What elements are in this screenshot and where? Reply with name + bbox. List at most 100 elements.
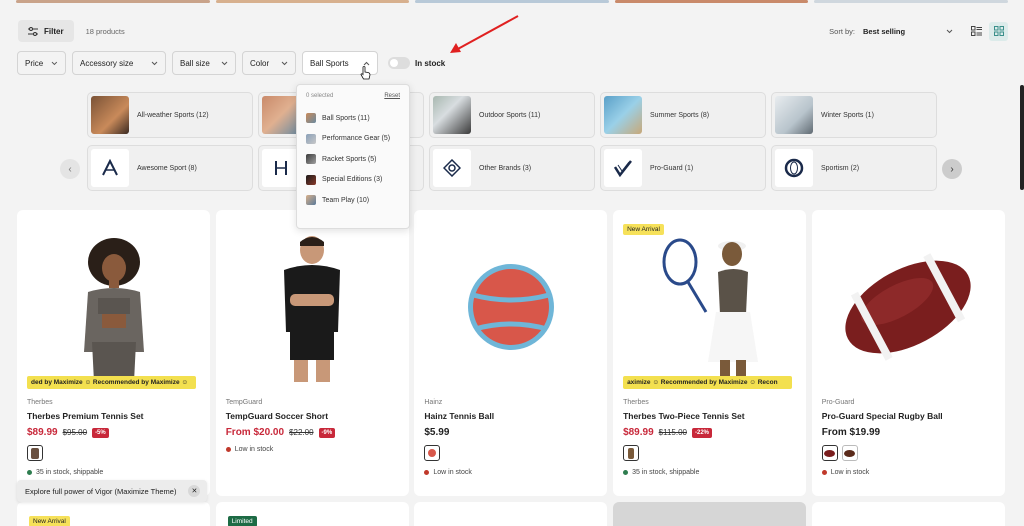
- category-carousel: All-weather Sports (12) Outdoor Sports (…: [87, 92, 937, 191]
- variant-swatch[interactable]: [623, 445, 640, 461]
- product-price: $89.99: [623, 427, 654, 438]
- reset-link[interactable]: Reset: [384, 93, 400, 99]
- recommended-strip: aximize ☺ Recommended by Maximize ☺ Reco…: [623, 376, 793, 389]
- carousel-prev-button[interactable]: ‹: [60, 159, 80, 179]
- stock-status: Low in stock: [821, 469, 995, 476]
- brand-other-brands[interactable]: Other Brands (3): [429, 145, 595, 191]
- carousel-next-button[interactable]: ›: [942, 159, 962, 179]
- variant-swatch[interactable]: [27, 445, 43, 461]
- category-summer[interactable]: Summer Sports (8): [600, 92, 766, 138]
- product-image: [17, 224, 210, 390]
- dropdown-option[interactable]: Special Editions (3): [306, 170, 400, 191]
- product-card[interactable]: [811, 502, 1005, 526]
- product-count: 18 products: [85, 26, 125, 36]
- product-card[interactable]: Pro-Guard Pro-Guard Special Rugby Ball F…: [811, 210, 1005, 496]
- close-icon[interactable]: ✕: [188, 485, 201, 497]
- awesome-sport-logo-icon: [102, 159, 118, 176]
- product-card[interactable]: TempGuard TempGuard Soccer Short From $2…: [215, 210, 409, 496]
- product-info: Therbes Therbes Premium Tennis Set $89.9…: [27, 399, 200, 476]
- product-price: $5.99: [424, 427, 450, 438]
- dropdown-option[interactable]: Ball Sports (11): [306, 108, 400, 129]
- product-card[interactable]: [414, 502, 608, 526]
- brand-sportism[interactable]: Sportism (2): [771, 145, 937, 191]
- stock-text: 35 in stock, shippable: [632, 469, 700, 476]
- option-label: Team Play (10): [322, 196, 370, 204]
- hand-cursor-icon: [360, 66, 371, 80]
- option-thumb: [306, 154, 316, 165]
- product-name[interactable]: TempGuard Soccer Short: [226, 411, 399, 421]
- variant-swatch[interactable]: [841, 445, 858, 461]
- dropdown-option[interactable]: Team Play (10): [306, 190, 400, 211]
- category-winter[interactable]: Winter Sports (1): [771, 92, 937, 138]
- variant-swatch[interactable]: [821, 445, 838, 461]
- annotation-arrow-icon: [450, 15, 519, 53]
- brand-label: Other Brands (3): [479, 164, 532, 172]
- grid-view-button[interactable]: [989, 21, 1008, 41]
- toast-text[interactable]: Explore full power of Vigor (Maximize Th…: [25, 487, 176, 496]
- product-name[interactable]: Hainz Tennis Ball: [424, 411, 597, 421]
- product-name[interactable]: Therbes Premium Tennis Set: [27, 411, 200, 421]
- product-card[interactable]: Hainz Hainz Tennis Ball $5.99 Low in sto…: [414, 210, 608, 496]
- color-filter[interactable]: Color: [242, 51, 296, 75]
- product-card[interactable]: [613, 502, 807, 526]
- brand-label: Awesome Sport (8): [137, 164, 197, 172]
- filter-button[interactable]: Filter: [18, 20, 74, 42]
- filter-bar: Price Accessory size Ball size Color Bal…: [17, 51, 445, 75]
- stock-status: 35 in stock, shippable: [27, 469, 200, 476]
- low-stock-dot-icon: [821, 470, 827, 475]
- stock-text: Low in stock: [433, 469, 472, 476]
- other-brands-logo: [433, 149, 471, 187]
- product-card[interactable]: Limited: [215, 502, 409, 526]
- rugby-ball-image: [845, 253, 971, 361]
- product-image: [613, 224, 806, 390]
- product-info: Therbes Therbes Two-Piece Tennis Set $89…: [623, 399, 796, 476]
- category-image: [775, 96, 813, 134]
- variant-swatch[interactable]: [424, 445, 441, 461]
- list-view-button[interactable]: [967, 22, 986, 41]
- category-image: [262, 96, 300, 134]
- category-label: Summer Sports (8): [650, 111, 710, 119]
- product-card[interactable]: ded by Maximize ☺ Recommended by Maximiz…: [17, 210, 210, 496]
- category-outdoor[interactable]: Outdoor Sports (11): [429, 92, 595, 138]
- stock-text: Low in stock: [234, 446, 274, 453]
- product-info: Hainz Hainz Tennis Ball $5.99 Low in sto…: [424, 399, 597, 476]
- variant-thumb: [844, 449, 856, 457]
- product-info: Pro-Guard Pro-Guard Special Rugby Ball F…: [821, 399, 995, 476]
- variant-swatches: [27, 445, 200, 461]
- product-image: [812, 224, 1005, 390]
- stock-status: 35 in stock, shippable: [623, 469, 796, 476]
- option-label: Performance Gear (5): [322, 135, 391, 143]
- page-scrollbar[interactable]: [1020, 85, 1024, 190]
- filter-label: Color: [250, 58, 270, 68]
- dropdown-option[interactable]: Racket Sports (5): [306, 149, 400, 170]
- accessory-size-filter[interactable]: Accessory size: [72, 51, 166, 75]
- in-stock-label: In stock: [415, 58, 446, 68]
- product-name[interactable]: Therbes Two-Piece Tennis Set: [623, 411, 796, 421]
- product-card[interactable]: New Arrival aximize ☺ Recommended by Max…: [613, 210, 807, 496]
- chevron-down-icon: [946, 29, 953, 33]
- product-brand: Hainz: [424, 399, 443, 406]
- brand-label: Sportism (2): [821, 164, 860, 172]
- price-row: $89.99 $95.00 -5%: [27, 427, 200, 438]
- brand-awesome-sport[interactable]: Awesome Sport (8): [87, 145, 253, 191]
- category-label: Outdoor Sports (11): [479, 111, 541, 119]
- product-info: TempGuard TempGuard Soccer Short From $2…: [225, 399, 399, 453]
- sort-select[interactable]: Best selling: [863, 27, 953, 36]
- ball-size-filter[interactable]: Ball size: [172, 51, 236, 75]
- product-brand: Pro-Guard: [821, 399, 855, 406]
- product-name[interactable]: Pro-Guard Special Rugby Ball: [822, 411, 995, 421]
- product-card[interactable]: New Arrival: [17, 502, 210, 526]
- variant-thumb: [428, 449, 437, 457]
- category-all-weather[interactable]: All-weather Sports (12): [87, 92, 253, 138]
- dropdown-header: 0 selected Reset: [306, 93, 400, 99]
- brand-label: Pro-Guard (1): [650, 164, 694, 172]
- woman-with-tennis-racket-image: [662, 238, 758, 382]
- in-stock-toggle[interactable]: [388, 57, 410, 69]
- brand-pro-guard[interactable]: Pro-Guard (1): [600, 145, 766, 191]
- dropdown-option[interactable]: Performance Gear (5): [306, 129, 400, 150]
- chevron-up-icon: [363, 61, 370, 65]
- price-filter[interactable]: Price: [17, 51, 66, 75]
- brand-logo: [262, 149, 300, 187]
- pro-guard-logo: [604, 149, 642, 187]
- stock-text: Low in stock: [830, 469, 870, 476]
